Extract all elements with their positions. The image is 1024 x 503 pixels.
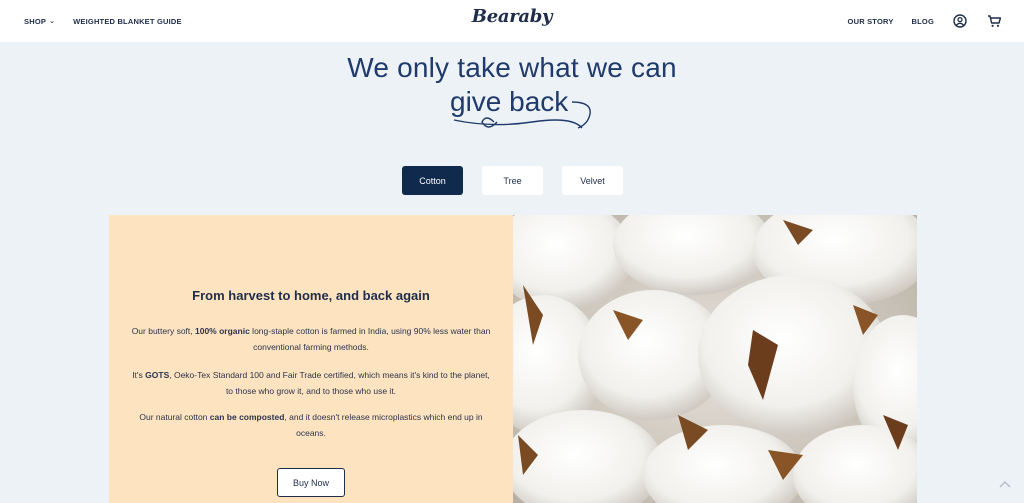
info-panel: From harvest to home, and back again Our…	[109, 215, 513, 503]
chevron-down-icon: ⌄	[49, 18, 56, 25]
account-icon[interactable]	[952, 13, 968, 29]
cotton-image	[513, 215, 917, 503]
chevron-up-icon	[999, 480, 1011, 488]
p1-text-a: Our buttery soft,	[131, 326, 195, 336]
guide-label: WEIGHTED BLANKET GUIDE	[73, 16, 182, 26]
panel-title: From harvest to home, and back again	[192, 288, 430, 303]
swirl-decoration-icon	[453, 101, 591, 129]
nav-right: OUR STORY BLOG	[848, 13, 1002, 29]
p3-highlight: can be composted	[209, 412, 285, 422]
site-header: SHOP ⌄ WEIGHTED BLANKET GUIDE Bearaby OU…	[0, 0, 1024, 42]
cart-icon[interactable]	[986, 13, 1002, 29]
p3-text-a: Our natural cotton	[139, 412, 210, 422]
buy-now-button[interactable]: Buy Now	[277, 468, 345, 497]
paragraph-certified: It's GOTS, Oeko-Tex Standard 100 and Fai…	[129, 367, 493, 399]
tab-cotton[interactable]: Cotton	[402, 166, 463, 195]
shop-label: SHOP	[24, 16, 47, 26]
tab-velvet[interactable]: Velvet	[562, 166, 623, 195]
guide-link[interactable]: WEIGHTED BLANKET GUIDE	[73, 17, 182, 26]
paragraph-organic: Our buttery soft, 100% organic long-stap…	[129, 323, 493, 355]
hero-title: We only take what we can	[347, 52, 677, 83]
paragraph-compost: Our natural cotton can be composted, and…	[129, 409, 493, 441]
p2-highlight: GOTS	[145, 370, 170, 380]
p1-highlight: 100% organic	[195, 326, 250, 336]
nav-left: SHOP ⌄ WEIGHTED BLANKET GUIDE	[24, 17, 182, 26]
blog-link[interactable]: BLOG	[912, 17, 934, 26]
our-story-link[interactable]: OUR STORY	[848, 17, 894, 26]
p2-text-a: It's	[132, 370, 146, 380]
scroll-to-top-button[interactable]	[998, 477, 1012, 491]
p2-text-c: , Oeko-Tex Standard 100 and Fair Trade c…	[169, 370, 490, 396]
p3-text-c: , and it doesn't release microplastics w…	[284, 412, 483, 438]
p1-text-c: long-staple cotton is farmed in India, u…	[249, 326, 491, 352]
cotton-photo	[513, 215, 917, 503]
material-tabs: Cotton Tree Velvet	[402, 166, 623, 195]
tab-tree[interactable]: Tree	[482, 166, 543, 195]
shop-menu[interactable]: SHOP ⌄	[24, 17, 55, 26]
logo[interactable]: Bearaby	[472, 6, 553, 27]
